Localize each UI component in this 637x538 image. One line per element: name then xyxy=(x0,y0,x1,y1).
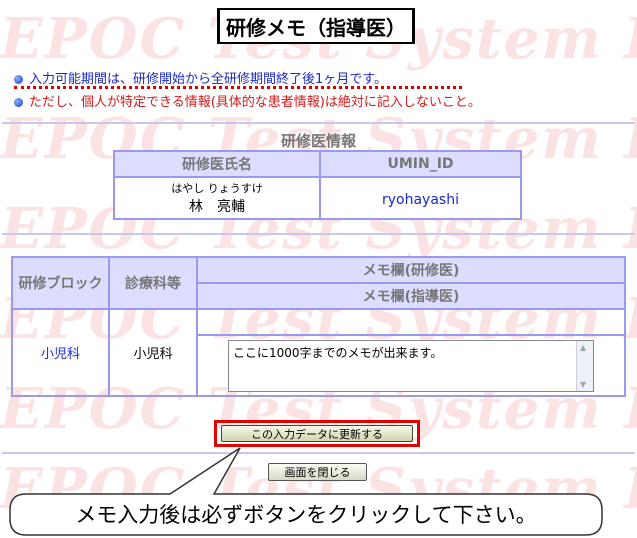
callout-bubble xyxy=(9,447,603,536)
callout-text: メモ入力後は必ずボタンをクリックして下さい。 xyxy=(75,503,537,527)
